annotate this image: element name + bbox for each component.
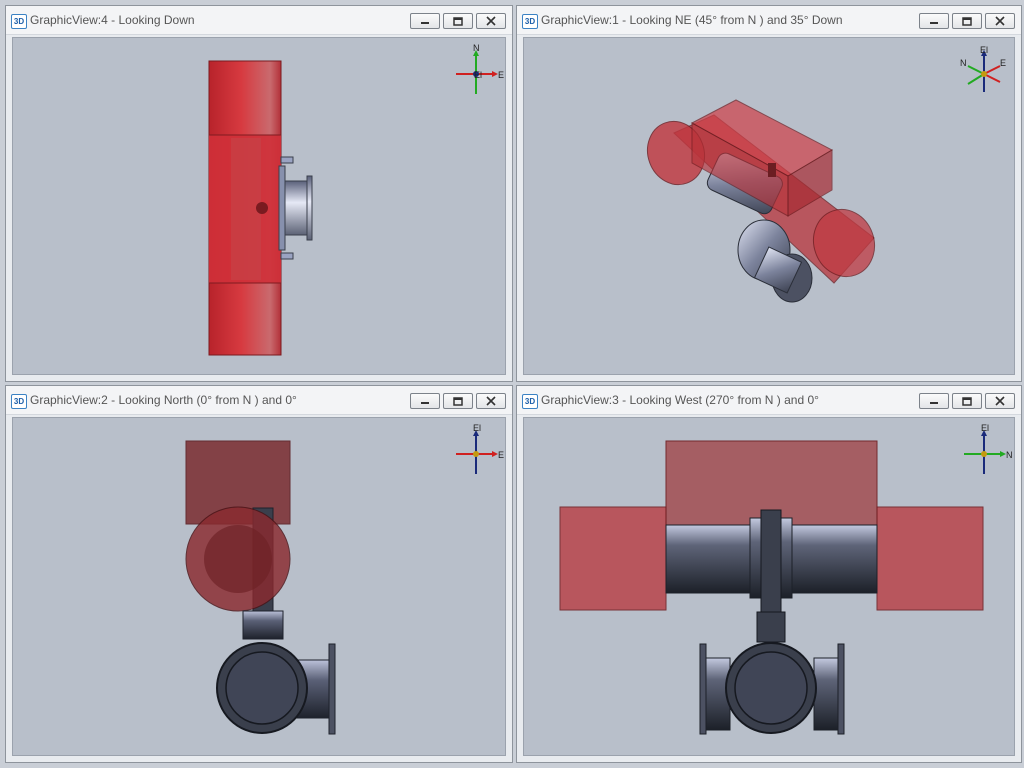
axis-label-north: N	[1006, 450, 1013, 460]
graphic-view-4-pane[interactable]: 3D GraphicView:4 - Looking Down N El E	[5, 5, 513, 382]
close-button[interactable]	[476, 13, 506, 29]
restore-icon	[962, 16, 972, 26]
graphic-view-2-titlebar[interactable]: 3D GraphicView:2 - Looking North (0° fro…	[6, 386, 512, 415]
graphic-view-1-titlebar[interactable]: 3D GraphicView:1 - Looking NE (45° from …	[517, 6, 1021, 35]
graphic-view-3-pane[interactable]: 3D GraphicView:3 - Looking West (270° fr…	[516, 385, 1022, 763]
axis-label-elevation: El	[474, 70, 482, 80]
pane-title: GraphicView:3 - Looking West (270° from …	[541, 393, 819, 407]
viewport-looking-north[interactable]: El E	[12, 417, 506, 756]
minimize-icon	[930, 402, 938, 404]
close-button[interactable]	[985, 393, 1015, 409]
restore-icon	[962, 396, 972, 406]
pane-title: GraphicView:4 - Looking Down	[30, 13, 195, 27]
pane-title: GraphicView:1 - Looking NE (45° from N )…	[541, 13, 843, 27]
graphic-view-4-titlebar[interactable]: 3D GraphicView:4 - Looking Down	[6, 6, 512, 35]
axis-triad-icon: N El E	[456, 44, 504, 94]
axis-label-east: E	[498, 70, 504, 80]
axis-triad-icon: El N	[964, 424, 1013, 474]
viewport-looking-ne[interactable]: El N E	[523, 37, 1015, 375]
3d-view-icon: 3D	[11, 394, 27, 409]
minimize-icon	[421, 22, 429, 24]
model-render-west	[559, 440, 984, 735]
restore-button[interactable]	[443, 393, 473, 409]
minimize-icon	[930, 22, 938, 24]
3d-view-icon: 3D	[11, 14, 27, 29]
3d-view-icon: 3D	[522, 14, 538, 29]
close-icon	[995, 396, 1005, 406]
restore-button[interactable]	[443, 13, 473, 29]
minimize-icon	[421, 402, 429, 404]
axis-triad-icon: El E	[456, 424, 504, 474]
restore-button[interactable]	[952, 393, 982, 409]
axis-label-east: E	[1000, 58, 1006, 68]
model-render-isometric	[647, 99, 875, 303]
axis-triad-icon: El N E	[960, 45, 1006, 92]
axis-label-north: N	[473, 44, 480, 53]
restore-icon	[453, 16, 463, 26]
minimize-button[interactable]	[410, 393, 440, 409]
axis-label-elevation: El	[473, 424, 481, 433]
viewport-looking-west[interactable]: El N	[523, 417, 1015, 756]
close-button[interactable]	[985, 13, 1015, 29]
minimize-button[interactable]	[919, 13, 949, 29]
minimize-button[interactable]	[410, 13, 440, 29]
3d-view-icon: 3D	[522, 394, 538, 409]
close-icon	[486, 16, 496, 26]
restore-icon	[453, 396, 463, 406]
pane-title: GraphicView:2 - Looking North (0° from N…	[30, 393, 297, 407]
restore-button[interactable]	[952, 13, 982, 29]
graphic-view-1-pane[interactable]: 3D GraphicView:1 - Looking NE (45° from …	[516, 5, 1022, 382]
axis-label-elevation: El	[980, 45, 988, 55]
model-render-top	[208, 60, 313, 356]
model-render-north	[185, 440, 336, 735]
axis-label-elevation: El	[981, 424, 989, 433]
axis-label-north: N	[960, 58, 967, 68]
axis-label-east: E	[498, 450, 504, 460]
close-icon	[486, 396, 496, 406]
close-icon	[995, 16, 1005, 26]
close-button[interactable]	[476, 393, 506, 409]
viewport-looking-down[interactable]: N El E	[12, 37, 506, 375]
graphic-view-2-pane[interactable]: 3D GraphicView:2 - Looking North (0° fro…	[5, 385, 513, 763]
graphic-view-3-titlebar[interactable]: 3D GraphicView:3 - Looking West (270° fr…	[517, 386, 1021, 415]
minimize-button[interactable]	[919, 393, 949, 409]
